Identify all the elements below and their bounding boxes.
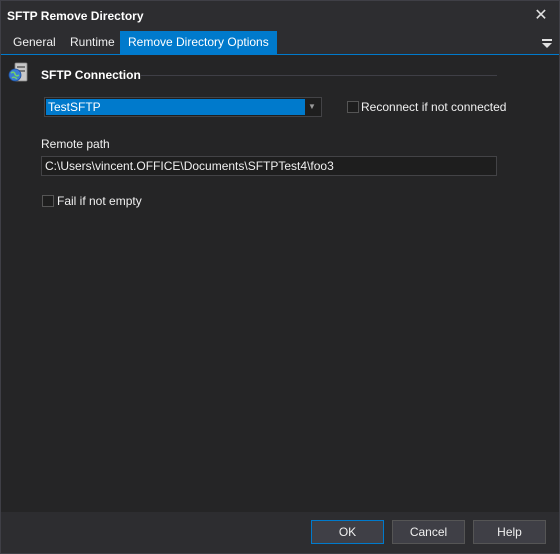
tab-bar: General Runtime Remove Directory Options — [1, 31, 559, 55]
tab-remove-directory-options[interactable]: Remove Directory Options — [120, 31, 277, 54]
window-title: SFTP Remove Directory — [7, 9, 144, 23]
remote-path-input[interactable]: C:\Users\vincent.OFFICE\Documents\SFTPTe… — [41, 156, 497, 176]
help-button[interactable]: Help — [473, 520, 546, 544]
close-icon[interactable]: ✕ — [531, 6, 551, 26]
reconnect-label: Reconnect if not connected — [361, 100, 507, 114]
section-divider — [141, 75, 497, 76]
chevron-down-icon[interactable]: ▼ — [305, 100, 319, 114]
tab-general[interactable]: General — [5, 31, 64, 54]
fail-if-not-empty-checkbox[interactable] — [42, 195, 54, 207]
tab-menu-icon[interactable] — [541, 36, 553, 50]
connection-selected-value: TestSFTP — [46, 99, 305, 115]
remote-path-label: Remote path — [41, 137, 110, 151]
title-bar: SFTP Remove Directory ✕ — [1, 1, 559, 31]
fail-if-not-empty-label: Fail if not empty — [57, 194, 142, 208]
dialog-footer: OK Cancel Help — [1, 512, 559, 553]
reconnect-checkbox[interactable] — [347, 101, 359, 113]
ok-button[interactable]: OK — [311, 520, 384, 544]
tab-runtime[interactable]: Runtime — [62, 31, 123, 54]
options-panel: SFTP Connection TestSFTP ▼ Reconnect if … — [1, 56, 559, 512]
section-title: SFTP Connection — [41, 68, 141, 82]
cancel-button[interactable]: Cancel — [392, 520, 465, 544]
connection-dropdown[interactable]: TestSFTP ▼ — [44, 97, 322, 117]
dialog-window: SFTP Remove Directory ✕ General Runtime … — [0, 0, 560, 554]
sftp-connection-icon — [8, 62, 28, 82]
